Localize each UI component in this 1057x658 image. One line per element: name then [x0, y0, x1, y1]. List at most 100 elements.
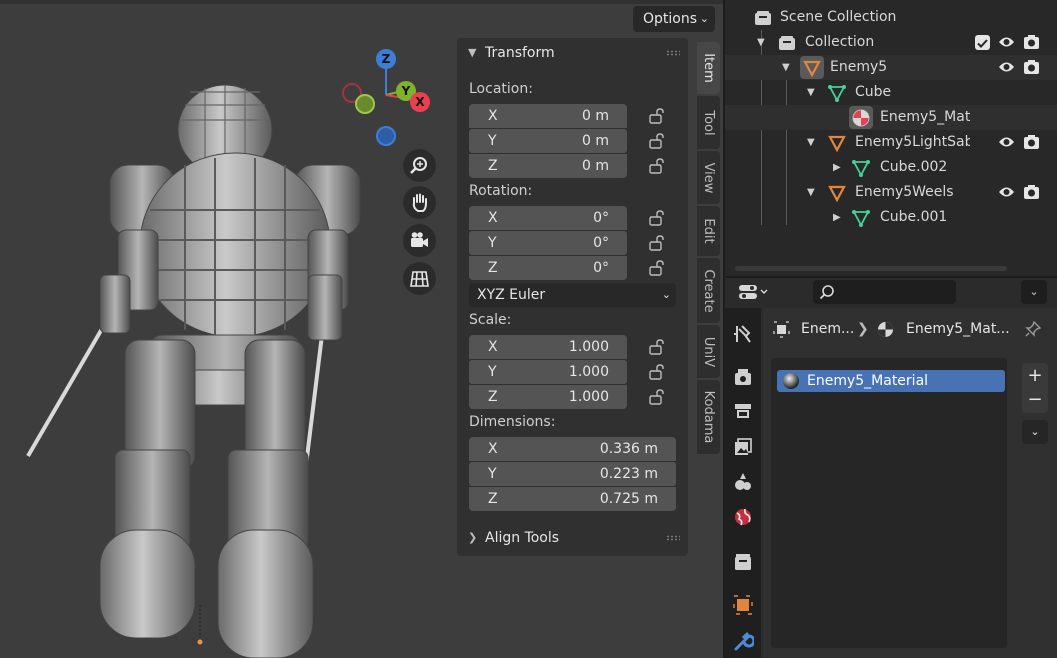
location-y-field[interactable]: Y 0 m [469, 129, 627, 153]
view-layer-icon[interactable] [732, 436, 754, 458]
lock-open-icon[interactable] [649, 389, 667, 405]
transform-panel-header[interactable]: ▼ Transform [457, 39, 688, 67]
outliner-scrollbar[interactable] [735, 266, 1007, 271]
rotation-z-field[interactable]: Z 0° [469, 256, 627, 280]
modifier-wrench-icon[interactable] [732, 631, 754, 653]
expanded-arrow-icon[interactable]: ▼ [807, 80, 815, 105]
gizmo-z-axis[interactable]: Z [376, 49, 396, 69]
drag-grip-icon[interactable] [666, 50, 680, 56]
pan-button[interactable] [403, 186, 436, 219]
gizmo-neg-z[interactable] [376, 126, 396, 146]
gizmo-neg-y[interactable] [355, 94, 375, 114]
lock-open-icon[interactable] [649, 210, 667, 226]
exclude-checkbox[interactable] [975, 35, 990, 50]
outliner-label: Enemy5LightSaber [855, 134, 970, 150]
breadcrumb-object[interactable]: Enem... [801, 316, 854, 342]
expanded-arrow-icon[interactable]: ▼ [757, 30, 765, 55]
lock-open-icon[interactable] [649, 133, 667, 149]
dimensions-x-axis: X [488, 441, 498, 457]
tool-settings-icon[interactable] [732, 323, 754, 345]
options-dropdown[interactable]: Options ⌄ [633, 6, 715, 32]
lock-open-icon[interactable] [649, 108, 667, 124]
collapsed-arrow-icon[interactable]: ▶ [833, 155, 841, 180]
chevron-down-icon: ⌄ [699, 12, 709, 25]
expanded-arrow-icon[interactable]: ▼ [782, 55, 790, 80]
scale-x-field[interactable]: X 1.000 [469, 335, 627, 359]
tab-edit[interactable]: Edit [697, 206, 720, 256]
outliner-label: Enemy5Weels [855, 184, 954, 200]
outliner-label: Enemy5_Material [880, 109, 970, 125]
lock-open-icon[interactable] [649, 364, 667, 380]
scene-icon[interactable] [732, 471, 754, 493]
outliner-row-enemy5[interactable]: ▼ Enemy5 [725, 55, 1057, 80]
outliner-row-scene-collection[interactable]: Scene Collection [725, 5, 1057, 30]
camera-view-button[interactable] [403, 224, 436, 257]
add-slot-button[interactable]: + [1022, 363, 1048, 388]
material-slot-item[interactable]: Enemy5_Material [777, 370, 1005, 392]
rotation-x-field[interactable]: X 0° [469, 206, 627, 230]
render-camera-icon[interactable] [1023, 59, 1040, 75]
outliner-row-enemy5-material[interactable]: Enemy5_Material [725, 105, 1057, 130]
scale-y-value: 1.000 [568, 364, 609, 380]
properties-search-input[interactable] [813, 280, 956, 304]
collection-tab-icon[interactable] [732, 551, 754, 573]
location-x-field[interactable]: X 0 m [469, 104, 627, 128]
eye-icon[interactable] [998, 185, 1015, 199]
gizmo-x-axis[interactable]: X [410, 92, 430, 112]
lock-open-icon[interactable] [649, 339, 667, 355]
outliner-row-collection[interactable]: ▼ Collection [725, 30, 1057, 55]
expanded-arrow-icon[interactable]: ▼ [807, 180, 815, 205]
rotation-y-value: 0° [593, 235, 609, 251]
drag-grip-icon[interactable] [666, 535, 680, 541]
tab-tool[interactable]: Tool [697, 96, 720, 149]
dimensions-label: Dimensions: [469, 414, 556, 430]
eye-icon[interactable] [998, 135, 1015, 149]
outliner-row-enemy5-lightsaber[interactable]: ▼ Enemy5LightSaber [725, 130, 1057, 155]
dimensions-x-field[interactable]: X 0.336 m [469, 437, 676, 461]
rotation-mode-select[interactable]: XYZ Euler ⌄ [469, 283, 676, 307]
collapsed-arrow-icon[interactable]: ▶ [833, 205, 841, 230]
render-camera-icon[interactable] [1023, 134, 1040, 150]
tab-univ[interactable]: UniV [697, 325, 720, 378]
lock-open-icon[interactable] [649, 235, 667, 251]
align-tools-panel-header[interactable]: ❯ Align Tools [457, 524, 688, 552]
3d-viewport[interactable]: Z Y X Options ⌄ ▼ Transform Location: X 0… [0, 0, 723, 658]
outliner-row-cube002[interactable]: ▶ Cube.002 [725, 155, 1057, 180]
mesh-data-icon [828, 85, 846, 102]
robot-model[interactable] [0, 60, 460, 658]
outliner-row-cube001[interactable]: ▶ Cube.001 [725, 205, 1057, 230]
material-properties: Enem... ❯ Enemy5_Mat... Enemy5_Material … [763, 308, 1057, 658]
render-camera-icon[interactable] [1023, 184, 1040, 200]
dimensions-y-field[interactable]: Y 0.223 m [469, 462, 676, 486]
lock-open-icon[interactable] [649, 158, 667, 174]
dimensions-z-field[interactable]: Z 0.725 m [469, 487, 676, 511]
expanded-arrow-icon[interactable]: ▼ [807, 130, 815, 155]
editor-type-selector[interactable] [735, 280, 773, 304]
object-icon[interactable] [732, 594, 754, 616]
eye-icon[interactable] [998, 35, 1015, 49]
tab-create[interactable]: Create [697, 258, 720, 323]
breadcrumb-material[interactable]: Enemy5_Mat... [906, 316, 1010, 342]
zoom-button[interactable] [403, 149, 436, 182]
outliner-row-cube[interactable]: ▼ Cube [725, 80, 1057, 105]
remove-slot-button[interactable]: − [1022, 388, 1048, 413]
output-icon[interactable] [732, 401, 754, 423]
rotation-y-field[interactable]: Y 0° [469, 231, 627, 255]
tab-kodama[interactable]: Kodama [697, 380, 720, 454]
scale-y-field[interactable]: Y 1.000 [469, 360, 627, 384]
render-camera-icon[interactable] [1023, 34, 1040, 50]
mesh-data-icon [852, 210, 870, 227]
properties-options-dropdown[interactable]: ⌄ [1021, 280, 1047, 304]
location-z-field[interactable]: Z 0 m [469, 154, 627, 178]
render-icon[interactable] [732, 366, 754, 388]
tab-view[interactable]: View [697, 151, 720, 204]
eye-icon[interactable] [998, 60, 1015, 74]
scale-z-field[interactable]: Z 1.000 [469, 385, 627, 409]
world-icon[interactable] [732, 506, 754, 528]
tab-item[interactable]: Item [697, 42, 720, 94]
pin-icon[interactable] [1025, 321, 1041, 337]
ortho-toggle-button[interactable] [403, 262, 436, 295]
slot-specials-button[interactable]: ⌄ [1022, 420, 1048, 444]
lock-open-icon[interactable] [649, 260, 667, 276]
outliner-row-enemy5weels[interactable]: ▼ Enemy5Weels [725, 180, 1057, 205]
